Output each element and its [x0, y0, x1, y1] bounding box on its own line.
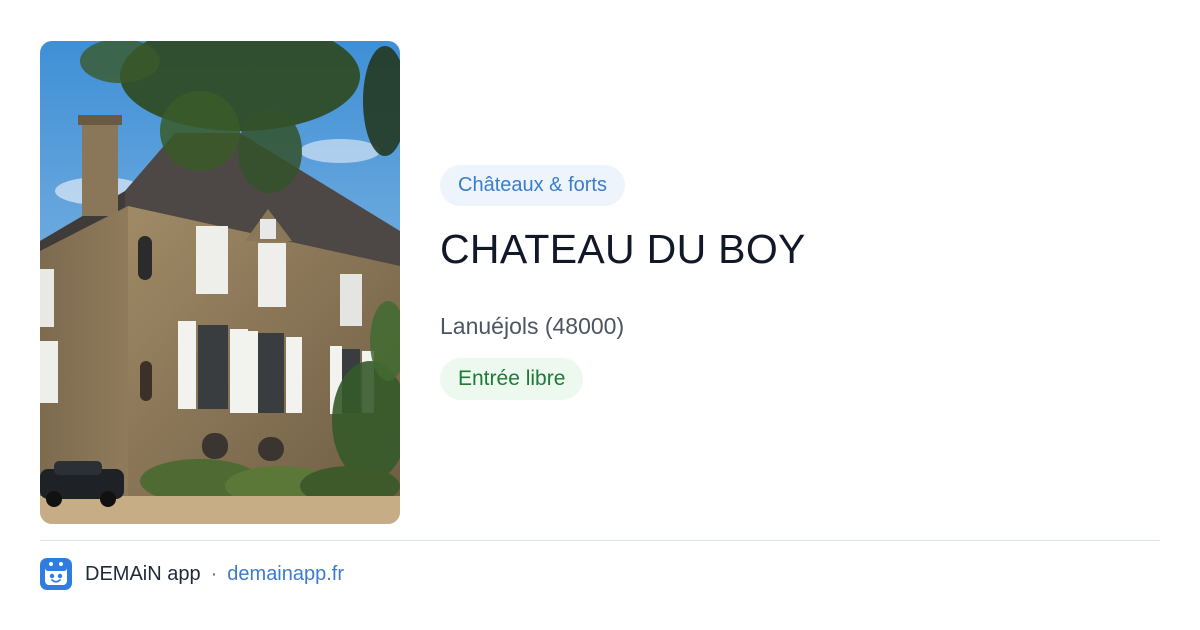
- app-name: DEMAiN app: [85, 562, 201, 585]
- footer: DEMAiN app · demainapp.fr: [40, 558, 344, 590]
- place-title: CHATEAU DU BOY: [440, 226, 806, 272]
- place-location: Lanuéjols (48000): [440, 313, 625, 339]
- chateau-photo: [40, 41, 400, 524]
- demain-app-logo-icon: [40, 558, 72, 590]
- footer-divider: [40, 540, 1160, 541]
- app-website-link[interactable]: demainapp.fr: [227, 563, 344, 586]
- entry-badge: Entrée libre: [440, 358, 584, 400]
- footer-separator: ·: [210, 562, 218, 585]
- category-badge[interactable]: Châteaux & forts: [440, 165, 625, 206]
